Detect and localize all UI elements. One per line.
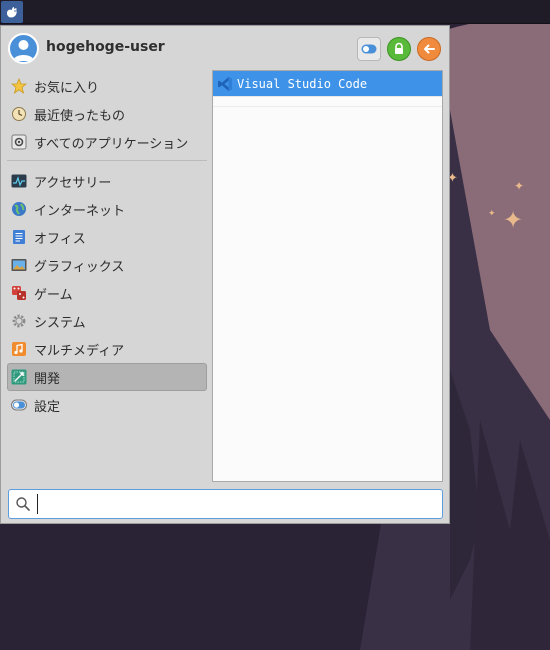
category-games[interactable]: ゲーム <box>7 279 207 307</box>
menu-header: hogehoge-user <box>1 26 451 70</box>
accessories-icon <box>11 173 27 189</box>
star-icon <box>11 78 27 94</box>
category-label: グラフィックス <box>34 259 125 275</box>
category-internet[interactable]: インターネット <box>7 195 207 223</box>
category-label: オフィス <box>34 231 86 247</box>
system-gear-icon <box>11 313 27 329</box>
search-input[interactable] <box>38 492 428 516</box>
logout-button[interactable] <box>417 37 441 61</box>
music-note-icon <box>11 341 27 357</box>
category-recent[interactable]: 最近使ったもの <box>7 100 207 128</box>
category-label: システム <box>34 315 86 331</box>
dice-icon <box>11 285 27 301</box>
settings-toggle-icon <box>361 44 377 54</box>
lock-screen-button[interactable] <box>387 37 411 61</box>
search-box[interactable] <box>8 489 443 519</box>
whisker-menu-button[interactable] <box>1 1 23 23</box>
category-system[interactable]: システム <box>7 307 207 335</box>
all-apps-icon <box>11 134 27 150</box>
xfce-mouse-icon <box>7 7 17 18</box>
application-list: Visual Studio Code <box>212 70 443 482</box>
avatar <box>8 33 39 64</box>
category-label: 設定 <box>34 399 61 415</box>
category-settings[interactable]: 設定 <box>7 391 207 419</box>
category-label: すべてのアプリケーション <box>34 136 189 152</box>
development-icon <box>11 369 27 385</box>
category-graphics[interactable]: グラフィックス <box>7 251 207 279</box>
recent-clock-icon <box>11 106 27 122</box>
star-decoration: ✦ <box>514 179 525 193</box>
category-development[interactable]: 開発 <box>7 363 207 391</box>
lock-icon <box>395 42 403 54</box>
app-list-spacer <box>213 97 442 107</box>
globe-icon <box>11 201 27 217</box>
vscode-icon <box>217 76 233 92</box>
whisker-menu: hogehoge-user お気に入り 最近使ったもの すべてのアプリケーション… <box>0 25 450 524</box>
graphics-image-icon <box>11 257 27 273</box>
category-list: お気に入り 最近使ったもの すべてのアプリケーション アクセサリー インターネッ… <box>7 72 207 419</box>
category-label: お気に入り <box>34 80 100 96</box>
category-all-applications[interactable]: すべてのアプリケーション <box>7 128 207 156</box>
category-label: ゲーム <box>34 287 73 303</box>
settings-manager-button[interactable] <box>357 37 381 61</box>
star-decoration: ✦ <box>503 206 524 234</box>
search-icon <box>9 490 37 518</box>
logout-arrow-icon <box>424 44 435 54</box>
category-favorites[interactable]: お気に入り <box>7 72 207 100</box>
category-accessories[interactable]: アクセサリー <box>7 167 207 195</box>
user-icon <box>13 40 34 61</box>
category-label: 最近使ったもの <box>34 108 126 124</box>
office-document-icon <box>11 229 27 245</box>
category-separator <box>7 160 207 161</box>
settings-icon <box>11 397 27 413</box>
category-label: 開発 <box>34 371 61 387</box>
category-label: インターネット <box>34 203 126 219</box>
category-multimedia[interactable]: マルチメディア <box>7 335 207 363</box>
category-office[interactable]: オフィス <box>7 223 207 251</box>
app-label: Visual Studio Code <box>237 76 368 91</box>
category-label: マルチメディア <box>34 343 125 359</box>
star-decoration: ✦ <box>488 209 496 219</box>
top-panel <box>0 0 550 24</box>
app-item-visual-studio-code[interactable]: Visual Studio Code <box>213 71 442 97</box>
category-label: アクセサリー <box>34 175 112 191</box>
username-label: hogehoge-user <box>46 39 165 55</box>
